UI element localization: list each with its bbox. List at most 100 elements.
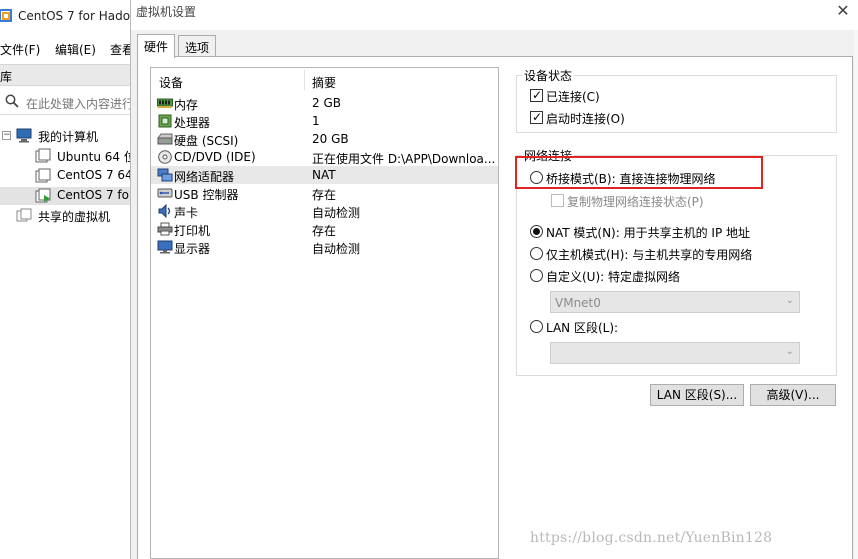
tree-label-vm: Ubuntu 64 位 (57, 150, 130, 164)
device-row-network-adapter[interactable]: 网络适配器 NAT (151, 166, 498, 184)
menu-edit[interactable]: 编辑(E) (55, 41, 96, 58)
custom-network-select[interactable]: VMnet0 ⌄ (550, 291, 800, 313)
hard-disk-icon (157, 133, 173, 145)
close-icon[interactable]: ✕ (832, 3, 854, 23)
advanced-button[interactable]: 高级(V)... (750, 384, 836, 406)
tree-label-vm: CentOS 7 64 (57, 168, 130, 182)
device-name: 显示器 (174, 242, 211, 256)
check-mark-icon: ✓ (532, 88, 543, 102)
device-row-hard-disk[interactable]: 硬盘 (SCSI) 20 GB (151, 130, 498, 148)
device-row-display[interactable]: 显示器 自动检测 (151, 238, 498, 256)
main-window-title: CentOS 7 for Hado (18, 9, 130, 23)
device-list-header: 设备 摘要 (151, 68, 498, 90)
chevron-down-icon: ⌄ (785, 346, 794, 357)
lan-segment-select[interactable]: ⌄ (550, 342, 800, 364)
tree-item-vm[interactable]: CentOS 7 64 (0, 167, 130, 185)
device-row-printer[interactable]: 打印机 存在 (151, 220, 498, 238)
device-summary: 正在使用文件 D:\APP\Downloa... (312, 152, 496, 166)
memory-icon (157, 98, 173, 108)
device-summary: 自动检测 (312, 242, 361, 256)
radio-circle[interactable] (530, 247, 543, 260)
device-summary: 1 (312, 114, 320, 128)
host-only-label: 仅主机模式(H): 与主机共享的专用网络 (546, 248, 753, 262)
right-edge-scroll-strip (854, 30, 858, 559)
radio-circle[interactable] (530, 320, 543, 333)
dialog-title: 虚拟机设置 (136, 5, 197, 19)
device-summary: 存在 (312, 188, 337, 202)
lan-segments-button[interactable]: LAN 区段(S)... (650, 384, 744, 406)
device-name: CD/DVD (IDE) (174, 150, 256, 164)
printer-icon (157, 222, 173, 236)
nat-label: NAT 模式(N): 用于共享主机的 IP 地址 (546, 226, 751, 240)
device-name: 网络适配器 (174, 170, 235, 184)
device-row-usb[interactable]: USB 控制器 存在 (151, 184, 498, 202)
device-summary: 20 GB (312, 132, 349, 146)
vm-settings-dialog: 虚拟机设置 ✕ 硬件 选项 设备 摘要 内存 2 GB 处理器 1 硬盘 (SC… (130, 0, 858, 559)
vmware-logo-icon (0, 9, 12, 22)
check-mark-icon: ✓ (532, 110, 543, 124)
device-name: 内存 (174, 98, 199, 112)
search-icon (5, 94, 19, 108)
computer-icon (16, 128, 32, 143)
display-icon (157, 240, 173, 254)
menu-file[interactable]: 文件(F) (0, 41, 40, 58)
lan-segment-label: LAN 区段(L): (546, 321, 619, 335)
custom-network-value: VMnet0 (555, 296, 601, 310)
cd-dvd-icon (158, 150, 172, 164)
device-summary: 自动检测 (312, 206, 361, 220)
custom-network-label: 自定义(U): 特定虚拟网络 (546, 270, 681, 284)
column-header-device[interactable]: 设备 (159, 74, 183, 91)
vm-running-icon (35, 188, 51, 203)
device-summary: 2 GB (312, 96, 341, 110)
tree-item-my-computer[interactable]: − 我的计算机 (0, 127, 130, 145)
main-window-titlebar: CentOS 7 for Hado (0, 0, 130, 33)
menu-view[interactable]: 查看 (110, 41, 130, 58)
device-name: 声卡 (174, 206, 199, 220)
library-header: 库 (0, 64, 130, 86)
connected-label: 已连接(C) (546, 90, 600, 104)
replicate-physical-state-label: 复制物理网络连接状态(P) (567, 195, 704, 209)
vm-icon (35, 148, 51, 163)
tree-label-vm: CentOS 7 fo (57, 188, 129, 202)
device-list[interactable]: 设备 摘要 内存 2 GB 处理器 1 硬盘 (SCSI) 20 GB CD/D… (150, 67, 499, 559)
checkbox-box[interactable]: ✓ (530, 110, 543, 124)
tab-options[interactable]: 选项 (178, 35, 217, 57)
device-row-sound-card[interactable]: 声卡 自动检测 (151, 202, 498, 220)
device-status-legend: 设备状态 (524, 69, 573, 83)
usb-icon (157, 188, 173, 198)
library-search[interactable]: 在此处键入内容进行 (0, 89, 130, 115)
device-row-cd-dvd[interactable]: CD/DVD (IDE) 正在使用文件 D:\APP\Downloa... (151, 148, 498, 166)
chevron-down-icon: ⌄ (785, 295, 794, 306)
nat-highlight-box (515, 156, 763, 189)
main-menubar: 文件(F) 编辑(E) 查看 (0, 38, 130, 60)
device-summary: 存在 (312, 224, 337, 238)
device-row-memory[interactable]: 内存 2 GB (151, 94, 498, 112)
checkbox-box[interactable]: ✓ (530, 88, 543, 102)
column-header-summary[interactable]: 摘要 (312, 74, 336, 91)
vmware-main-window: CentOS 7 for Hado 文件(F) 编辑(E) 查看 库 在此处键入… (0, 0, 130, 559)
shared-vm-icon (16, 208, 32, 222)
dialog-titlebar: 虚拟机设置 ✕ (131, 0, 858, 30)
device-name: 处理器 (174, 116, 211, 130)
column-separator[interactable] (304, 70, 305, 90)
search-placeholder: 在此处键入内容进行 (26, 97, 130, 111)
checkbox-box[interactable] (551, 194, 564, 207)
radio-selected-dot (533, 228, 540, 235)
tree-item-shared-vms[interactable]: 共享的虚拟机 (0, 207, 130, 225)
vm-icon (35, 168, 51, 183)
tree-label-my-computer: 我的计算机 (38, 130, 99, 144)
device-name: 打印机 (174, 224, 211, 238)
collapse-icon[interactable]: − (2, 131, 11, 140)
connect-at-power-on-label: 启动时连接(O) (546, 112, 625, 126)
tree-label-shared-vms: 共享的虚拟机 (38, 210, 111, 224)
device-name: 硬盘 (SCSI) (174, 134, 239, 148)
library-label: 库 (0, 70, 13, 84)
watermark-text: https://blog.csdn.net/YuenBin128 (530, 530, 773, 546)
tree-item-vm-selected[interactable]: CentOS 7 fo (0, 187, 130, 205)
device-row-processor[interactable]: 处理器 1 (151, 112, 498, 130)
radio-circle[interactable] (530, 269, 543, 282)
tab-hardware[interactable]: 硬件 (137, 34, 176, 58)
tree-item-vm[interactable]: Ubuntu 64 位 (0, 147, 130, 165)
sound-card-icon (158, 204, 171, 218)
radio-circle[interactable] (530, 225, 543, 238)
